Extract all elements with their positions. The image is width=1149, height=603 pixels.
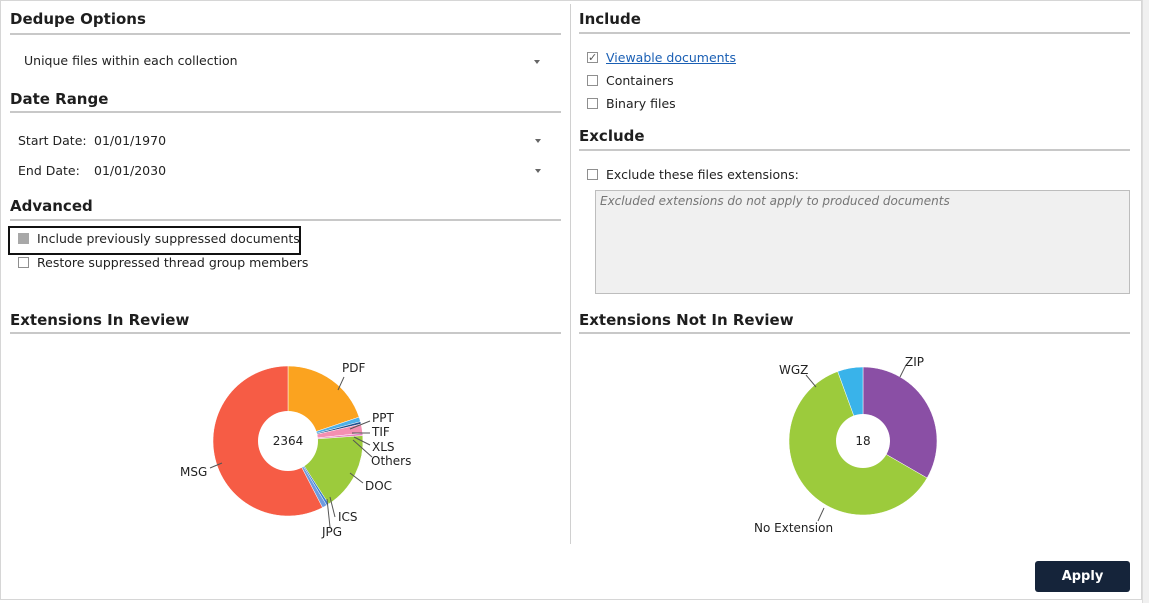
dedupe-select[interactable]: Unique files within each collection: [18, 48, 548, 72]
dedupe-select-value: Unique files within each collection: [24, 53, 238, 68]
end-date-value: 01/01/2030: [94, 163, 167, 178]
label-jpg: JPG: [321, 525, 342, 539]
label-wgz: WGZ: [779, 363, 808, 377]
label-others: Others: [371, 454, 411, 468]
ext-in-review-rule: [10, 332, 561, 334]
label-no-extension: No Extension: [754, 521, 833, 535]
excluded-extensions-input[interactable]: [595, 190, 1130, 294]
chevron-down-icon: [534, 60, 540, 64]
exclude-rule: [579, 149, 1130, 151]
ext-in-review-chart: 2364 PDF PPT TIF XLS Others DOC ICS JPG …: [180, 361, 411, 539]
include-suppressed-checkbox[interactable]: [18, 233, 29, 244]
viewable-documents-checkbox[interactable]: ✓: [587, 52, 598, 63]
binary-files-label: Binary files: [606, 96, 676, 111]
ext-not-in-review-title: Extensions Not In Review: [579, 311, 794, 329]
chart-center-total: 2364: [273, 434, 304, 448]
checkmark-icon: ✓: [588, 51, 598, 64]
date-range-title: Date Range: [10, 90, 109, 108]
exclude-extensions-label: Exclude these files extensions:: [606, 167, 799, 182]
label-ppt: PPT: [372, 411, 394, 425]
include-rule: [579, 32, 1130, 34]
column-divider: [570, 4, 571, 544]
ext-not-in-review-chart: 18 ZIP WGZ No Extension: [754, 355, 938, 535]
apply-button[interactable]: Apply: [1035, 561, 1130, 592]
exclude-extensions-checkbox[interactable]: [587, 169, 598, 180]
leader-line-noext: [817, 507, 825, 522]
end-date-label: End Date:: [18, 163, 80, 178]
include-suppressed-label: Include previously suppressed documents: [37, 231, 300, 246]
start-date-value: 01/01/1970: [94, 133, 167, 148]
exclude-title: Exclude: [579, 127, 645, 145]
label-tif: TIF: [371, 425, 390, 439]
viewable-documents-link[interactable]: Viewable documents: [606, 50, 736, 65]
end-date-picker[interactable]: 01/01/2030: [90, 158, 550, 182]
include-title: Include: [579, 10, 641, 28]
label-xls: XLS: [372, 440, 395, 454]
vertical-scrollbar[interactable]: [1142, 0, 1149, 603]
chevron-down-icon: [535, 169, 541, 173]
advanced-title: Advanced: [10, 197, 93, 215]
label-zip: ZIP: [905, 355, 924, 369]
start-date-label: Start Date:: [18, 133, 87, 148]
ext-in-review-title: Extensions In Review: [10, 311, 190, 329]
advanced-rule: [10, 219, 561, 221]
date-range-rule: [10, 111, 561, 113]
binary-files-checkbox[interactable]: [587, 98, 598, 109]
chevron-down-icon: [535, 139, 541, 143]
restore-thread-checkbox[interactable]: [18, 257, 29, 268]
containers-checkbox[interactable]: [587, 75, 598, 86]
label-ics: ICS: [338, 510, 358, 524]
dedupe-options-title: Dedupe Options: [10, 10, 146, 28]
label-doc: DOC: [365, 479, 392, 493]
label-msg: MSG: [180, 465, 207, 479]
restore-thread-label: Restore suppressed thread group members: [37, 255, 309, 270]
dedupe-options-rule: [10, 33, 561, 35]
chart-center-total: 18: [855, 434, 870, 448]
containers-label: Containers: [606, 73, 674, 88]
label-pdf: PDF: [342, 361, 365, 375]
start-date-picker[interactable]: 01/01/1970: [90, 128, 550, 152]
ext-not-in-review-rule: [579, 332, 1130, 334]
